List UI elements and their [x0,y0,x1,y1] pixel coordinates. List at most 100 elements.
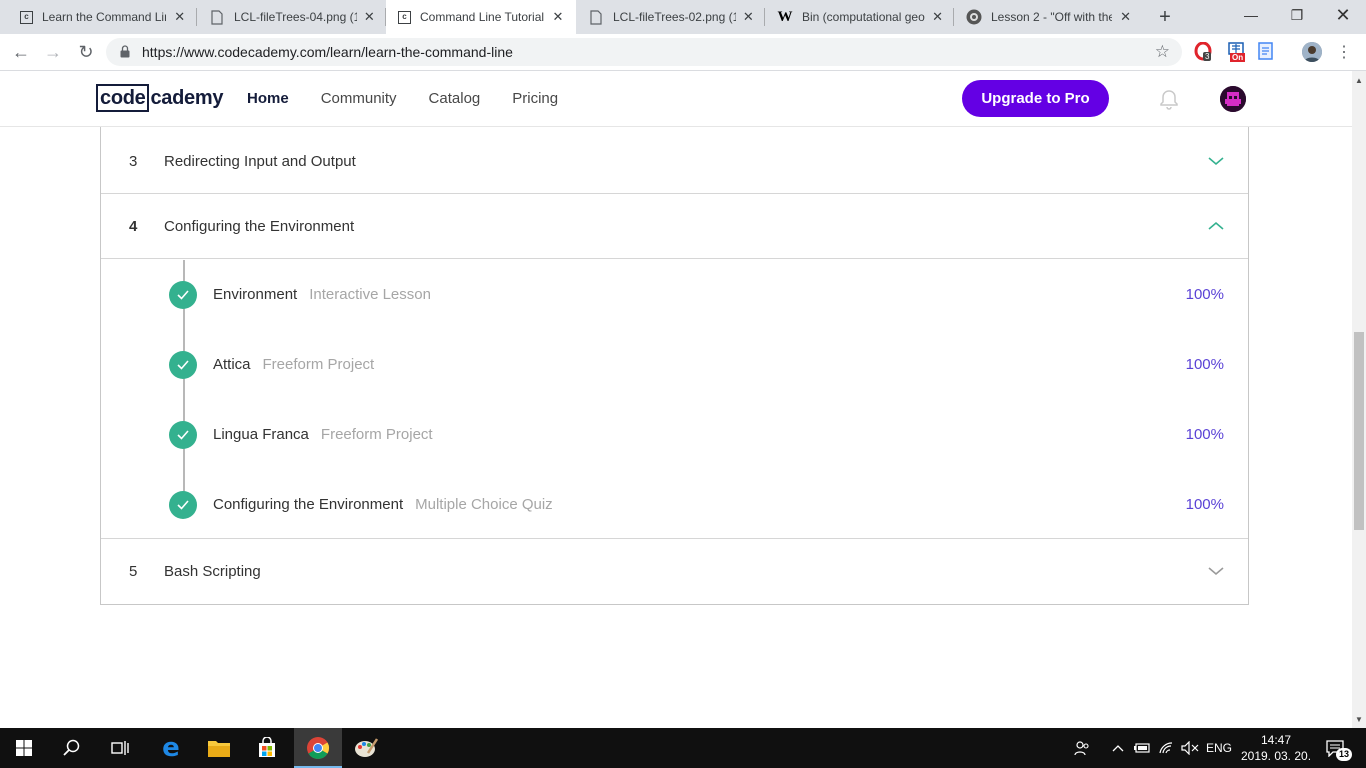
scroll-up-arrow-icon[interactable]: ▲ [1352,73,1366,87]
nav-catalog[interactable]: Catalog [429,90,481,108]
lesson-type: Freeform Project [262,356,375,373]
bookmark-star-icon[interactable]: ☆ [1155,42,1170,62]
completed-check-icon [169,421,197,449]
chevron-down-icon[interactable] [1207,565,1225,577]
windows-start-icon[interactable] [0,728,48,768]
browser-toolbar: ← → ↻ https://www.codecademy.com/learn/l… [0,34,1366,71]
show-hidden-icons-chevron-icon[interactable] [1108,728,1128,768]
docs-extension-icon[interactable] [1258,42,1278,62]
restore-window-icon[interactable]: ❐ [1274,0,1320,30]
tab-title: LCL-fileTrees-02.png (1366 [613,10,736,24]
browser-tab[interactable]: LCL-fileTrees-02.png (1366 ✕ [576,0,765,34]
lesson-title[interactable]: Configuring the Environment [213,496,403,513]
opera-extension-icon[interactable]: 3 [1194,41,1214,62]
lock-icon [120,45,130,58]
forward-arrow-icon[interactable]: → [41,40,65,64]
lesson-progress: 100% [1185,356,1224,373]
reload-icon[interactable]: ↻ [74,40,98,64]
lesson-title[interactable]: Attica [213,356,251,373]
browser-tab[interactable]: Lesson 2 - "Off with their ✕ [954,0,1143,34]
main-nav: Home Community Catalog Pricing [247,90,590,108]
logo-boxed-text: code [96,84,150,112]
new-tab-icon[interactable]: + [1154,6,1176,28]
paint-app-icon[interactable] [342,728,390,768]
clock-time: 14:47 [1260,733,1292,747]
close-tab-icon[interactable]: ✕ [1118,9,1133,25]
minimize-window-icon[interactable]: — [1228,0,1274,30]
completed-check-icon [169,351,197,379]
tab-title: Bin (computational geometry [802,10,925,24]
action-center-icon[interactable]: 13 [1320,728,1353,768]
page-scrollbar[interactable]: ▲ ▼ [1352,71,1366,728]
course-syllabus: 3 Redirecting Input and Output 4 Configu… [100,127,1249,605]
lesson-title[interactable]: Lingua Franca [213,426,309,443]
nav-pricing[interactable]: Pricing [512,90,558,108]
translate-extension-icon[interactable]: On [1228,42,1248,62]
wikipedia-favicon-icon: W [777,8,793,25]
browser-tab[interactable]: c Learn the Command Line ✕ [8,0,197,34]
unit-title: Redirecting Input and Output [164,153,356,170]
lesson-type: Multiple Choice Quiz [415,496,553,513]
nav-community[interactable]: Community [321,90,397,108]
notification-count-badge: 13 [1336,748,1353,761]
tab-title: LCL-fileTrees-04.png (1366 [234,10,357,24]
nav-home[interactable]: Home [247,90,289,108]
close-window-icon[interactable]: ✕ [1320,0,1366,30]
document-favicon-icon [588,9,604,25]
unit-header-redirecting[interactable]: 3 Redirecting Input and Output [101,129,1248,194]
scroll-down-arrow-icon[interactable]: ▼ [1352,712,1366,726]
upgrade-to-pro-button[interactable]: Upgrade to Pro [962,80,1109,117]
browser-tab-active[interactable]: c Command Line Tutorial ✕ [386,0,576,34]
lesson-type: Interactive Lesson [309,286,431,303]
wifi-icon[interactable] [1156,728,1178,768]
unit-number: 3 [129,153,138,170]
codecademy-favicon-icon: c [20,10,33,24]
chrome-browser-icon[interactable] [294,728,342,768]
lesson-progress: 100% [1185,496,1224,513]
search-icon[interactable] [48,728,96,768]
lesson-row[interactable]: Lingua Franca Freeform Project 100% [101,420,1248,450]
people-icon[interactable] [1072,728,1092,768]
unit-title: Bash Scripting [164,563,261,580]
lesson-type: Freeform Project [320,426,433,443]
edge-browser-icon[interactable]: e [147,728,195,768]
browser-tab[interactable]: W Bin (computational geometry ✕ [765,0,954,34]
lesson-row[interactable]: Attica Freeform Project 100% [101,350,1248,380]
codecademy-favicon-icon: c [398,10,411,24]
notification-bell-icon[interactable] [1158,88,1180,110]
close-tab-icon[interactable]: ✕ [742,9,755,25]
file-explorer-icon[interactable] [195,728,243,768]
system-clock[interactable]: 14:47 2019. 03. 20. [1238,732,1314,764]
user-avatar[interactable] [1220,86,1246,112]
completed-check-icon [169,281,197,309]
close-tab-icon[interactable]: ✕ [172,9,187,25]
clock-date: 2019. 03. 20. [1240,749,1312,763]
volume-muted-icon[interactable] [1180,728,1200,768]
unit-header-bash-scripting[interactable]: 5 Bash Scripting [101,539,1248,604]
input-language[interactable]: ENG [1204,728,1234,768]
browser-tab[interactable]: LCL-fileTrees-04.png (1366 ✕ [197,0,386,34]
battery-icon[interactable] [1132,728,1152,768]
codecademy-logo[interactable]: code cademy [96,84,223,112]
address-bar[interactable]: https://www.codecademy.com/learn/learn-t… [106,38,1182,66]
browser-menu-icon[interactable]: ⋮ [1332,40,1356,64]
task-view-icon[interactable] [96,728,144,768]
lesson-progress: 100% [1185,426,1224,443]
lesson-row[interactable]: Environment Interactive Lesson 100% [101,280,1248,310]
extension-badge: On [1230,53,1246,62]
lesson-row[interactable]: Configuring the Environment Multiple Choi… [101,490,1248,520]
microsoft-store-icon[interactable] [243,728,291,768]
lesson-title[interactable]: Environment [213,286,297,303]
close-tab-icon[interactable]: ✕ [550,9,566,25]
close-tab-icon[interactable]: ✕ [931,9,944,25]
scrollbar-thumb[interactable] [1354,332,1364,530]
document-favicon-icon [209,9,225,25]
back-arrow-icon[interactable]: ← [9,40,33,64]
github-favicon-icon [966,9,982,25]
close-tab-icon[interactable]: ✕ [363,9,376,25]
profile-avatar-icon[interactable] [1302,42,1322,62]
unit-header-configuring[interactable]: 4 Configuring the Environment [101,194,1248,259]
chevron-up-icon[interactable] [1207,220,1225,232]
site-header: code cademy Home Community Catalog Prici… [0,71,1352,127]
chevron-down-icon[interactable] [1207,155,1225,167]
